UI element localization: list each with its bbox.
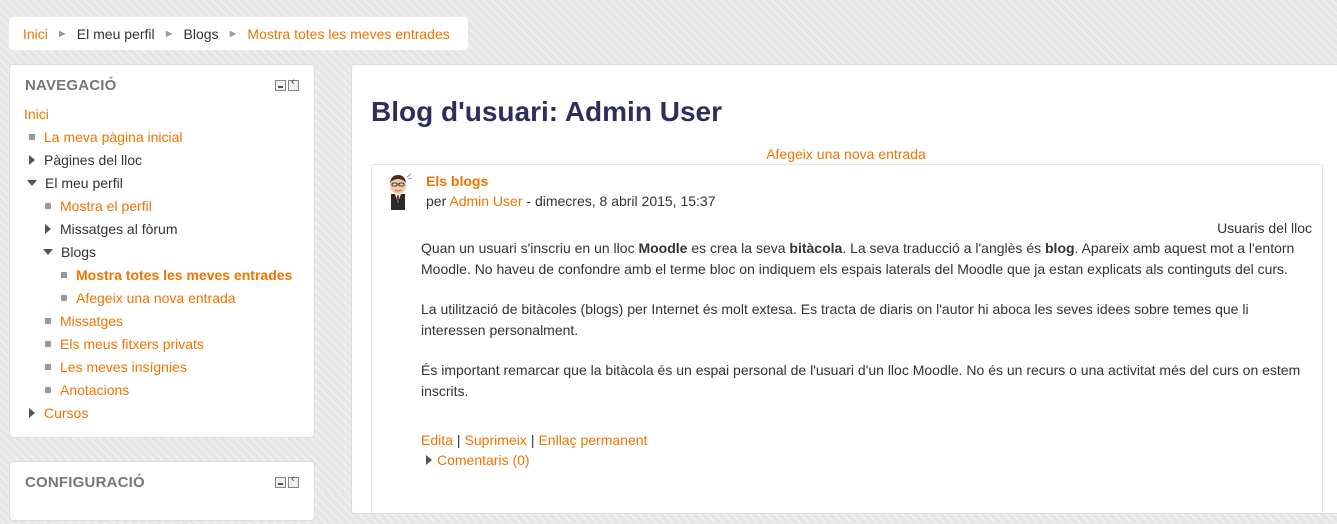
entry-paragraph: És important remarcar que la bitàcola és…	[421, 362, 1301, 399]
nav-item-add-entry[interactable]: Afegeix una nova entrada	[10, 287, 314, 310]
minimize-icon[interactable]	[275, 79, 286, 91]
entry-text: . La seva traducció a l'anglès és	[842, 240, 1045, 256]
nav-item-label[interactable]: Mostra totes les meves entrades	[76, 267, 292, 283]
entry-paragraph: La utilització de bitàcoles (blogs) per …	[421, 301, 1249, 338]
breadcrumb-separator-icon: ►	[163, 27, 175, 40]
entry-by-label: per	[426, 193, 447, 209]
entry-association: Usuaris del lloc	[1217, 220, 1312, 236]
nav-item-view-profile[interactable]: Mostra el perfil	[10, 195, 314, 218]
configuration-block-header: CONFIGURACIÓ	[10, 462, 314, 502]
expand-arrow-icon[interactable]	[29, 155, 35, 165]
nav-item-courses[interactable]: Cursos	[10, 402, 314, 425]
comments-link[interactable]: Comentaris (0)	[437, 452, 530, 468]
nav-item-messages[interactable]: Missatges	[10, 310, 314, 333]
dock-icon[interactable]	[288, 76, 299, 91]
nav-item-label[interactable]: Inici	[24, 106, 49, 122]
nav-item-forum-posts[interactable]: Missatges al fòrum	[10, 218, 314, 241]
nav-item-label[interactable]: La meva pàgina inicial	[44, 129, 183, 145]
nav-item-view-all-entries[interactable]: Mostra totes les meves entrades	[10, 264, 314, 287]
navigation-block-header: NAVEGACIÓ	[10, 65, 314, 105]
entry-paragraph: Quan un usuari s'inscriu en un lloc Mood…	[421, 238, 1311, 279]
collapse-arrow-icon[interactable]	[27, 180, 37, 186]
collapse-arrow-icon[interactable]	[43, 249, 53, 255]
bullet-icon	[61, 295, 67, 301]
action-separator: |	[456, 432, 461, 448]
nav-item-site-pages[interactable]: Pàgines del lloc	[10, 149, 314, 172]
nav-item-home[interactable]: Inici	[10, 103, 314, 126]
nav-item-blogs[interactable]: Blogs	[10, 241, 314, 264]
nav-item-label[interactable]: Cursos	[44, 405, 88, 421]
bullet-icon	[45, 341, 51, 347]
action-separator: |	[530, 432, 535, 448]
bullet-icon	[45, 203, 51, 209]
nav-item-notes[interactable]: Anotacions	[10, 379, 314, 402]
nav-item-label[interactable]: Mostra el perfil	[60, 198, 152, 214]
breadcrumb-home-link[interactable]: Inici	[23, 26, 48, 42]
nav-item-label[interactable]: Afegeix una nova entrada	[76, 290, 236, 306]
edit-link[interactable]: Edita	[421, 432, 453, 448]
delete-link[interactable]: Suprimeix	[465, 432, 527, 448]
nav-item-label[interactable]: Missatges	[60, 313, 123, 329]
entry-text-bold: Moodle	[638, 240, 688, 256]
nav-item-label[interactable]: Missatges al fòrum	[60, 221, 177, 237]
entry-text: es crea la seva	[687, 240, 790, 256]
configuration-block: CONFIGURACIÓ	[9, 461, 315, 521]
nav-item-private-files[interactable]: Els meus fitxers privats	[10, 333, 314, 356]
nav-item-label[interactable]: Pàgines del lloc	[44, 152, 142, 168]
blog-entry: Els blogs per Admin User - dimecres, 8 a…	[371, 164, 1323, 524]
entry-date: - dimecres, 8 abril 2015, 15:37	[522, 193, 716, 209]
add-entry-container: Afegeix una nova entrada	[352, 146, 1337, 162]
add-entry-link[interactable]: Afegeix una nova entrada	[766, 146, 926, 162]
page-title: Blog d'usuari: Admin User	[371, 96, 722, 127]
expand-arrow-icon[interactable]	[45, 224, 51, 234]
avatar[interactable]	[382, 172, 414, 210]
navigation-block: NAVEGACIÓ Inici La meva pàgina inicial P…	[9, 64, 315, 438]
nav-item-label[interactable]: Els meus fitxers privats	[60, 336, 204, 352]
dock-icon[interactable]	[288, 473, 299, 488]
bullet-icon	[29, 134, 35, 140]
breadcrumb-current-link[interactable]: Mostra totes les meves entrades	[247, 26, 449, 42]
bullet-icon	[45, 387, 51, 393]
navigation-tree: Inici La meva pàgina inicial Pàgines del…	[10, 103, 314, 425]
breadcrumb: Inici ► El meu perfil ► Blogs ► Mostra t…	[9, 17, 468, 50]
expand-arrow-icon[interactable]	[29, 408, 35, 418]
permalink-link[interactable]: Enllaç permanent	[538, 432, 647, 448]
entry-text-bold: blog	[1045, 240, 1075, 256]
breadcrumb-separator-icon: ►	[227, 27, 239, 40]
nav-item-my-profile[interactable]: El meu perfil	[10, 172, 314, 195]
entry-actions: Edita | Suprimeix | Enllaç permanent	[421, 432, 647, 448]
nav-item-label[interactable]: Blogs	[61, 244, 96, 260]
minimize-icon[interactable]	[275, 476, 286, 488]
comments-toggle[interactable]: Comentaris (0)	[426, 452, 530, 468]
nav-item-label[interactable]: Les meves insígnies	[60, 359, 187, 375]
entry-text: Quan un usuari s'inscriu en un lloc	[421, 240, 639, 256]
main-content: Blog d'usuari: Admin User Afegeix una no…	[351, 64, 1337, 524]
breadcrumb-separator-icon: ►	[56, 27, 68, 40]
nav-item-label[interactable]: El meu perfil	[45, 175, 123, 191]
entry-meta: per Admin User - dimecres, 8 abril 2015,…	[426, 193, 716, 209]
entry-title-link[interactable]: Els blogs	[426, 173, 488, 189]
nav-item-label[interactable]: Anotacions	[60, 382, 129, 398]
navigation-block-title: NAVEGACIÓ	[25, 76, 117, 94]
nav-item-badges[interactable]: Les meves insígnies	[10, 356, 314, 379]
breadcrumb-blogs-link[interactable]: Blogs	[184, 26, 219, 42]
entry-text-bold: bitàcola	[789, 240, 843, 256]
bullet-icon	[45, 364, 51, 370]
bullet-icon	[61, 272, 67, 278]
configuration-block-title: CONFIGURACIÓ	[25, 473, 145, 491]
expand-arrow-icon[interactable]	[426, 455, 432, 465]
entry-author-link[interactable]: Admin User	[449, 193, 522, 209]
entry-body: Quan un usuari s'inscriu en un lloc Mood…	[421, 238, 1311, 421]
navigation-block-controls	[275, 76, 299, 91]
breadcrumb-profile-link[interactable]: El meu perfil	[77, 26, 155, 42]
nav-item-my-home[interactable]: La meva pàgina inicial	[10, 126, 314, 149]
configuration-block-controls	[275, 473, 299, 488]
bullet-icon	[45, 318, 51, 324]
